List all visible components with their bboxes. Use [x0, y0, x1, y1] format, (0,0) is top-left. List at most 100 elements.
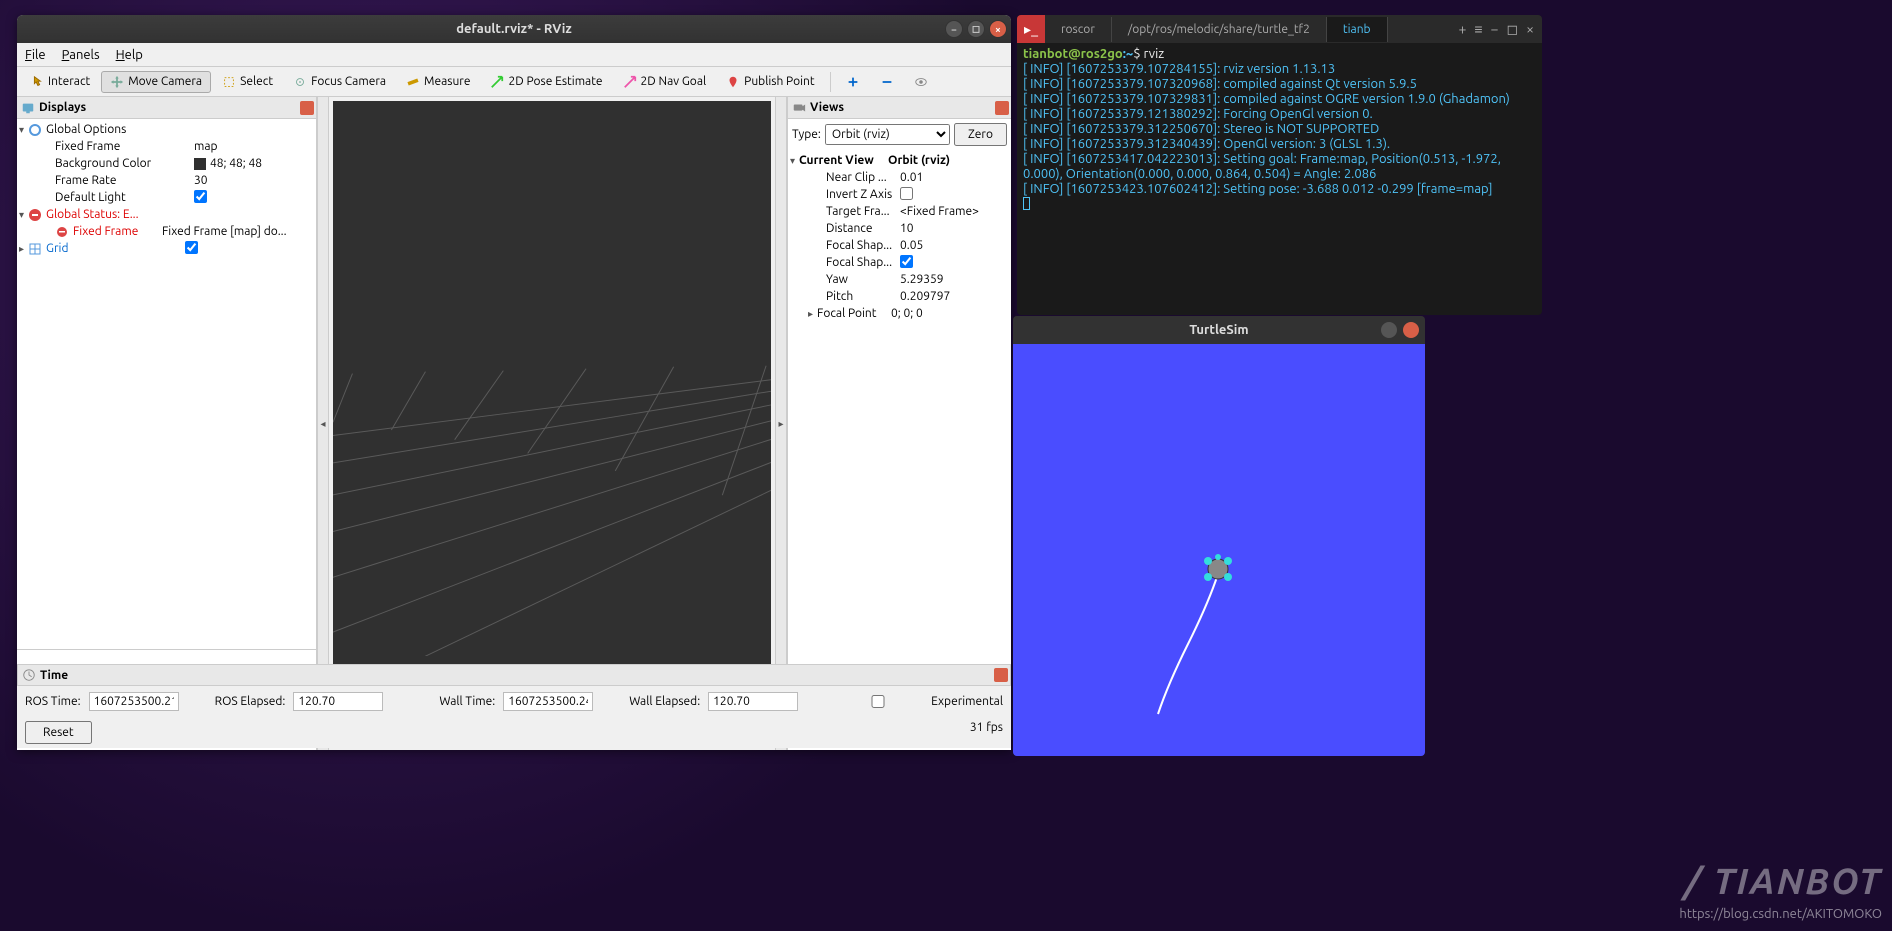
- invert-z-label: Invert Z Axis: [826, 188, 896, 201]
- tool-2d-pose-estimate[interactable]: 2D Pose Estimate: [481, 71, 611, 93]
- focal-shape-size-label: Focal Shap...: [826, 239, 896, 252]
- type-label: Type:: [792, 128, 821, 141]
- expand-icon[interactable]: ▸: [808, 308, 813, 320]
- tool-2d-nav-goal[interactable]: 2D Nav Goal: [614, 71, 716, 93]
- displays-tree[interactable]: ▾ Global Options Fixed Frame map Backgroun…: [17, 119, 316, 649]
- toolbar: Interact Move Camera Select Focus Camera…: [17, 67, 1011, 97]
- tool-add-icon[interactable]: [837, 71, 869, 93]
- maximize-button[interactable]: ◻: [967, 20, 985, 38]
- close-time-icon[interactable]: [994, 668, 1008, 682]
- menu-file[interactable]: File: [25, 48, 46, 62]
- terminal-tab-path[interactable]: /opt/ros/melodic/share/turtle_tf2: [1112, 17, 1327, 42]
- turtlesim-title: TurtleSim: [1189, 323, 1248, 337]
- terminal-icon: ▸_: [1017, 15, 1045, 43]
- yaw-label: Yaw: [826, 273, 896, 286]
- global-options-label[interactable]: Global Options: [46, 123, 181, 136]
- ros-time-field[interactable]: [89, 692, 179, 711]
- rviz-titlebar: default.rviz* - RViz − ◻ ×: [17, 15, 1011, 43]
- fixed-frame-value[interactable]: map: [194, 140, 314, 153]
- bg-color-value[interactable]: 48; 48; 48: [194, 157, 314, 170]
- grid-icon: [28, 242, 42, 256]
- fixed-frame-status-value: Fixed Frame [map] do...: [162, 225, 314, 238]
- terminal-body[interactable]: tianbot@ros2go:~$ rviz [ INFO] [16072533…: [1017, 43, 1542, 218]
- tool-visibility-icon[interactable]: [905, 71, 937, 93]
- menu-panels[interactable]: Panels: [62, 48, 100, 62]
- terminal-tab-roscor[interactable]: roscor: [1045, 17, 1112, 42]
- fps-label: 31 fps: [970, 721, 1003, 744]
- default-light-checkbox[interactable]: [194, 190, 207, 203]
- close-displays-icon[interactable]: [300, 101, 314, 115]
- time-panel: Time ROS Time: ROS Elapsed: Wall Time: W…: [17, 664, 1011, 748]
- collapse-left-icon[interactable]: ◂: [317, 97, 329, 750]
- expand-icon[interactable]: ▾: [19, 209, 24, 221]
- tool-measure[interactable]: Measure: [397, 71, 479, 93]
- distance-value[interactable]: 10: [900, 222, 1009, 235]
- minimize-button[interactable]: −: [945, 20, 963, 38]
- turtlesim-canvas[interactable]: [1013, 344, 1425, 756]
- views-tree[interactable]: ▾Current ViewOrbit (rviz) Near Clip ...0…: [788, 150, 1011, 719]
- wall-time-label: Wall Time:: [439, 695, 495, 708]
- frame-rate-value[interactable]: 30: [194, 174, 314, 187]
- near-clip-value[interactable]: 0.01: [900, 171, 1009, 184]
- clock-icon: [22, 668, 36, 682]
- turtle-path: [1013, 344, 1425, 756]
- focal-point-value[interactable]: 0; 0; 0: [891, 307, 1009, 320]
- bg-color-label: Background Color: [55, 157, 190, 170]
- watermark-url: https://blog.csdn.net/AKITOMOKO: [1679, 907, 1882, 921]
- term-minimize-icon[interactable]: −: [1491, 21, 1499, 38]
- error-icon: [55, 225, 69, 239]
- ts-close-icon[interactable]: [1403, 322, 1419, 338]
- pitch-value[interactable]: 0.209797: [900, 290, 1009, 303]
- tool-focus-camera[interactable]: Focus Camera: [284, 71, 395, 93]
- near-clip-label: Near Clip ...: [826, 171, 896, 184]
- term-maximize-icon[interactable]: ◻: [1506, 21, 1518, 38]
- expand-icon[interactable]: ▸: [19, 243, 24, 255]
- fixed-frame-status-label: Fixed Frame: [73, 225, 158, 238]
- expand-icon[interactable]: ▾: [19, 124, 24, 136]
- expand-icon[interactable]: ▾: [790, 155, 795, 167]
- close-views-icon[interactable]: [995, 101, 1009, 115]
- tool-publish-point[interactable]: Publish Point: [717, 71, 823, 93]
- experimental-checkbox[interactable]: [833, 695, 923, 708]
- viewport-3d[interactable]: [333, 101, 771, 746]
- focal-shape-fixed-checkbox[interactable]: [900, 255, 913, 268]
- fixed-frame-label: Fixed Frame: [55, 140, 190, 153]
- collapse-right-icon[interactable]: ▸: [775, 97, 787, 750]
- menu-icon[interactable]: ≡: [1474, 21, 1482, 38]
- view-type-select[interactable]: Orbit (rviz): [825, 124, 950, 145]
- zero-button[interactable]: Zero: [954, 123, 1007, 146]
- ts-minimize-icon[interactable]: [1381, 322, 1397, 338]
- grid-checkbox[interactable]: [185, 241, 198, 254]
- tool-interact[interactable]: Interact: [21, 71, 99, 93]
- watermark-brand: / TIANBOT: [1685, 860, 1882, 901]
- global-status-label[interactable]: Global Status: E...: [46, 208, 181, 221]
- frame-rate-label: Frame Rate: [55, 174, 190, 187]
- displays-header: Displays: [17, 97, 316, 119]
- tool-remove-icon[interactable]: [871, 71, 903, 93]
- focal-shape-size-value[interactable]: 0.05: [900, 239, 1009, 252]
- distance-label: Distance: [826, 222, 896, 235]
- invert-z-checkbox[interactable]: [900, 187, 913, 200]
- experimental-label: Experimental: [931, 695, 1003, 708]
- term-close-icon[interactable]: ×: [1526, 21, 1534, 38]
- views-icon: [792, 101, 806, 115]
- focal-point-label: Focal Point: [817, 307, 887, 320]
- terminal-tab-tianb[interactable]: tianb: [1327, 17, 1388, 42]
- close-button[interactable]: ×: [989, 20, 1007, 38]
- yaw-value[interactable]: 5.29359: [900, 273, 1009, 286]
- target-frame-value[interactable]: <Fixed Frame>: [900, 205, 1009, 218]
- wall-time-field[interactable]: [503, 692, 593, 711]
- rviz-window: default.rviz* - RViz − ◻ × File Panels H…: [17, 15, 1011, 750]
- new-tab-icon[interactable]: +: [1458, 21, 1466, 38]
- menu-help[interactable]: Help: [116, 48, 143, 62]
- grid-label[interactable]: Grid: [46, 242, 181, 255]
- wall-elapsed-field[interactable]: [708, 692, 798, 711]
- reset-button[interactable]: Reset: [25, 721, 92, 744]
- tool-select[interactable]: Select: [213, 71, 282, 93]
- ros-elapsed-field[interactable]: [293, 692, 383, 711]
- window-title: default.rviz* - RViz: [456, 22, 572, 36]
- pitch-label: Pitch: [826, 290, 896, 303]
- grid-visual: [333, 101, 771, 656]
- tool-move-camera[interactable]: Move Camera: [101, 71, 211, 93]
- focal-shape-fixed-label: Focal Shap...: [826, 256, 896, 269]
